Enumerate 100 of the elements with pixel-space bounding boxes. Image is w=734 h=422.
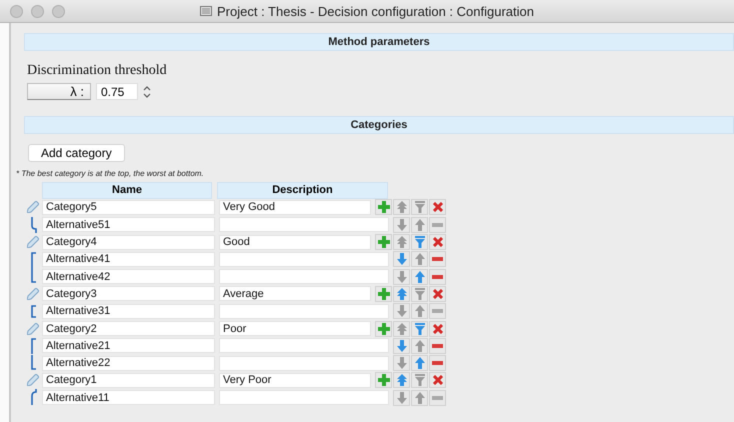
bracket-icon	[28, 268, 38, 286]
name-field[interactable]: Alternative42	[42, 269, 215, 284]
up-arrow-icon	[414, 357, 424, 370]
up-arrow-icon	[414, 305, 424, 318]
move-down-button[interactable]	[411, 372, 428, 388]
add-button[interactable]	[375, 234, 392, 250]
up-arrow-icon	[414, 340, 424, 352]
up-arrow-icon	[414, 253, 424, 266]
double-up-arrow-icon	[396, 236, 406, 248]
spinner-icon[interactable]	[143, 84, 151, 98]
close-icon	[432, 202, 442, 212]
move-up-button[interactable]	[411, 338, 428, 354]
description-field[interactable]	[219, 304, 389, 319]
move-down-button[interactable]	[393, 303, 410, 320]
bracket-icon	[28, 389, 38, 406]
name-field[interactable]: Category5	[42, 200, 215, 215]
move-up-button[interactable]	[393, 372, 410, 388]
description-field[interactable]: Average	[219, 286, 371, 302]
remove-button[interactable]	[429, 251, 446, 268]
name-field[interactable]: Alternative21	[42, 338, 215, 354]
bracket-icon	[28, 302, 38, 320]
move-down-button[interactable]	[393, 338, 410, 354]
move-up-button[interactable]	[393, 286, 410, 302]
add-button[interactable]	[375, 286, 392, 302]
close-icon	[432, 288, 442, 299]
description-field[interactable]: Good	[219, 234, 371, 250]
funnel-icon	[414, 288, 424, 300]
delete-button[interactable]	[429, 199, 446, 216]
move-down-button[interactable]	[393, 216, 410, 233]
add-category-button[interactable]: Add category	[28, 144, 125, 162]
move-up-button[interactable]	[393, 320, 410, 337]
lambda-button[interactable]: λ :	[27, 83, 91, 100]
description-field[interactable]	[219, 338, 389, 354]
name-field[interactable]: Category1	[42, 372, 215, 388]
down-arrow-icon	[396, 218, 406, 231]
remove-button[interactable]	[429, 390, 446, 406]
move-down-button[interactable]	[411, 320, 428, 337]
name-field[interactable]: Alternative51	[42, 217, 215, 232]
add-button[interactable]	[375, 320, 392, 337]
threshold-field[interactable]: 0.75	[96, 83, 138, 100]
window-title: Project : Thesis - Decision configuration : Configuration	[217, 4, 534, 18]
move-down-button[interactable]	[411, 286, 428, 302]
up-arrow-icon	[414, 270, 424, 283]
move-down-button[interactable]	[411, 234, 428, 250]
move-up-button[interactable]	[393, 234, 410, 250]
bracket-icon	[28, 250, 38, 268]
description-field[interactable]	[219, 390, 389, 406]
close-window-button[interactable]	[10, 4, 23, 18]
description-field[interactable]: Poor	[219, 321, 371, 336]
funnel-icon	[414, 322, 424, 335]
window-icon	[200, 6, 212, 16]
name-field[interactable]: Category4	[42, 234, 215, 250]
remove-button[interactable]	[429, 303, 446, 320]
move-down-button[interactable]	[393, 268, 410, 285]
description-field[interactable]	[219, 217, 389, 232]
delete-button[interactable]	[429, 372, 446, 388]
description-field[interactable]	[219, 252, 389, 267]
remove-button[interactable]	[429, 355, 446, 372]
description-field[interactable]	[219, 269, 389, 284]
pencil-icon	[27, 322, 39, 335]
zoom-window-button[interactable]	[52, 4, 65, 18]
minus-icon	[432, 361, 443, 366]
move-up-button[interactable]	[411, 268, 428, 285]
move-up-button[interactable]	[411, 303, 428, 320]
delete-button[interactable]	[429, 320, 446, 337]
move-down-button[interactable]	[393, 251, 410, 268]
move-down-button[interactable]	[411, 199, 428, 216]
move-up-button[interactable]	[411, 251, 428, 268]
add-button[interactable]	[375, 199, 392, 216]
delete-button[interactable]	[429, 234, 446, 250]
close-icon	[432, 375, 442, 386]
name-field[interactable]: Category2	[42, 321, 215, 336]
add-button[interactable]	[375, 372, 392, 388]
bracket-icon	[28, 216, 38, 234]
description-field[interactable]: Very Poor	[219, 372, 371, 388]
section-header: Categories	[24, 116, 734, 134]
down-arrow-icon	[396, 357, 406, 370]
down-arrow-icon	[396, 340, 406, 352]
description-field[interactable]	[219, 356, 389, 371]
name-field[interactable]: Alternative22	[42, 356, 215, 371]
move-up-button[interactable]	[393, 199, 410, 216]
remove-button[interactable]	[429, 216, 446, 233]
move-up-button[interactable]	[411, 216, 428, 233]
name-field[interactable]: Alternative31	[42, 304, 215, 319]
move-up-button[interactable]	[411, 390, 428, 406]
name-field[interactable]: Category3	[42, 286, 215, 302]
remove-button[interactable]	[429, 268, 446, 285]
description-field[interactable]: Very Good	[219, 200, 371, 215]
remove-button[interactable]	[429, 338, 446, 354]
name-field[interactable]: Alternative11	[42, 390, 215, 406]
delete-button[interactable]	[429, 286, 446, 302]
minus-icon	[432, 257, 443, 262]
up-arrow-icon	[414, 218, 424, 231]
name-field[interactable]: Alternative41	[42, 252, 215, 267]
funnel-icon	[414, 374, 424, 386]
double-up-arrow-icon	[396, 288, 406, 300]
move-down-button[interactable]	[393, 355, 410, 372]
move-up-button[interactable]	[411, 355, 428, 372]
minimize-window-button[interactable]	[31, 4, 44, 18]
move-down-button[interactable]	[393, 390, 410, 406]
